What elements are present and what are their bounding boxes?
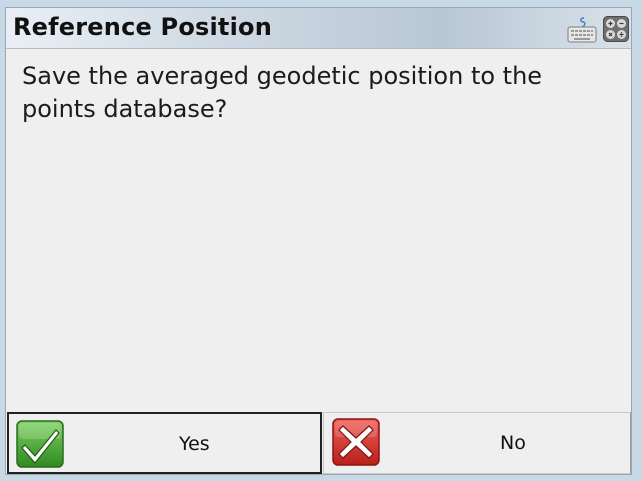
dialog-title: Reference Position [13,13,272,41]
no-button[interactable]: No [323,412,631,474]
x-cross-icon [332,418,380,466]
no-button-label: No [500,432,526,454]
reference-position-dialog: Reference Position Save the averaged geo… [5,7,632,475]
checkmark-icon [16,420,64,468]
screen: Reference Position Save the averaged geo… [0,0,642,481]
title-bar: Reference Position [6,8,631,49]
dialog-message: Save the averaged geodetic position to t… [22,62,543,123]
button-bar: Yes No [6,411,631,474]
calculator-icon[interactable] [603,16,629,42]
yes-button-label: Yes [179,433,210,455]
keyboard-icon[interactable] [567,16,597,43]
yes-button[interactable]: Yes [7,412,322,474]
